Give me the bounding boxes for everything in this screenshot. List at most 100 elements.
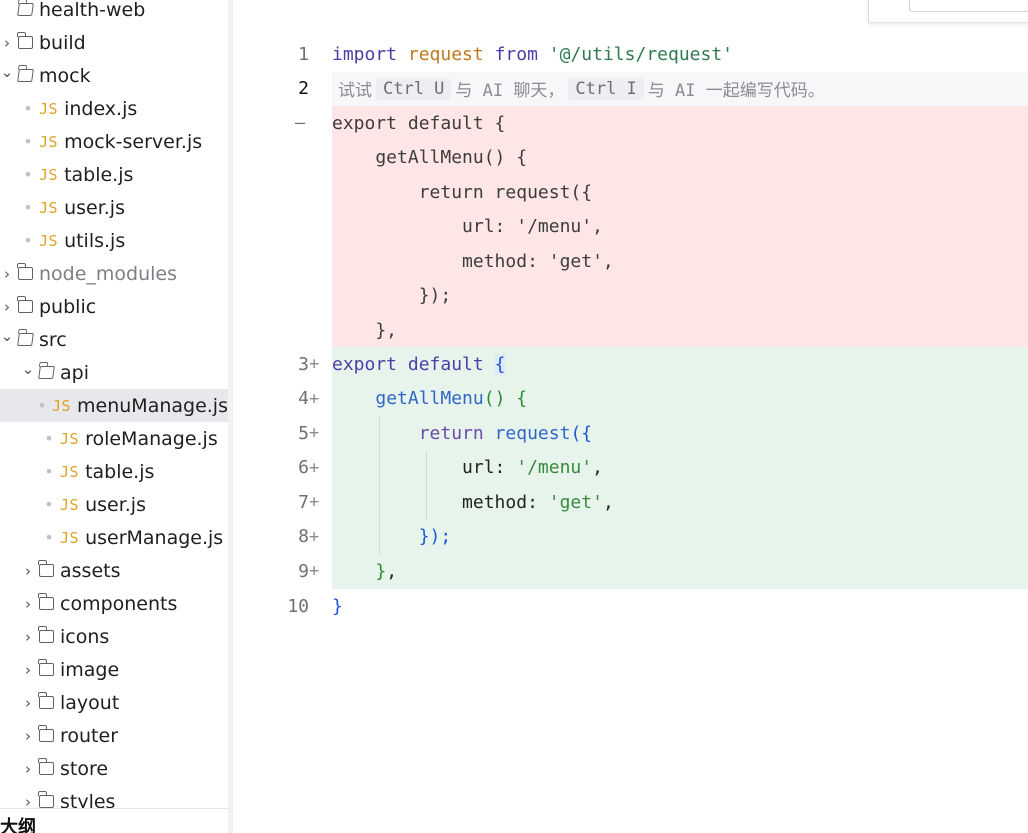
- folder-item[interactable]: › node_modules: [0, 257, 228, 290]
- tree-item-label: index.js: [64, 97, 138, 120]
- folder-item[interactable]: ⌄ api: [0, 356, 228, 389]
- folder-item[interactable]: › public: [0, 290, 228, 323]
- javascript-file-icon: JS: [60, 528, 80, 547]
- chevron-down-icon[interactable]: ⌄: [0, 327, 14, 345]
- code-line-deleted: return request({: [233, 175, 1028, 210]
- outline-panel-header[interactable]: 大纲: [0, 808, 228, 833]
- code-line[interactable]: 10 }: [233, 589, 1028, 624]
- string-literal: 'get': [548, 491, 603, 513]
- folder-item[interactable]: › assets: [0, 554, 228, 587]
- deleted-code-text: method: 'get',: [332, 250, 614, 272]
- file-item[interactable]: • JS table.js: [0, 158, 228, 191]
- added-marker: +: [309, 354, 320, 375]
- hint-text: 与 AI 聊天，: [455, 81, 565, 102]
- tree-item-label: userManage.js: [85, 526, 224, 549]
- code-line-added[interactable]: 7 + method: 'get',: [233, 485, 1028, 520]
- deleted-code-text: export default {: [332, 112, 506, 134]
- folder-item[interactable]: › store: [0, 752, 228, 785]
- tree-item-label: health-web: [39, 0, 146, 21]
- line-gutter: [233, 210, 325, 245]
- file-item[interactable]: • JS user.js: [0, 488, 228, 521]
- tree-item-label: build: [39, 31, 86, 54]
- folder-item[interactable]: health-web: [0, 0, 228, 26]
- line-gutter: 7 +: [233, 485, 325, 520]
- brace: {: [581, 422, 593, 444]
- find-widget[interactable]: [868, 0, 1028, 23]
- line-number: 1: [298, 43, 309, 65]
- tree-bullet-icon: •: [23, 99, 33, 118]
- file-explorer: health-web › build ⌄ mock • JS index.js • JS mock-…: [0, 0, 228, 833]
- javascript-file-icon: JS: [39, 99, 59, 118]
- folder-item[interactable]: › image: [0, 653, 228, 686]
- chevron-right-icon[interactable]: ›: [21, 727, 35, 745]
- tree-item-label: node_modules: [39, 262, 178, 285]
- folder-item[interactable]: › build: [0, 26, 228, 59]
- folder-item[interactable]: › icons: [0, 620, 228, 653]
- tree-item-label: public: [39, 295, 97, 318]
- line-gutter: 6 +: [233, 451, 325, 486]
- chevron-right-icon[interactable]: ›: [21, 562, 35, 580]
- chevron-right-icon[interactable]: ›: [21, 694, 35, 712]
- code-line-added[interactable]: 9 + },: [233, 554, 1028, 589]
- chevron-right-icon[interactable]: ›: [21, 595, 35, 613]
- chevron-right-icon[interactable]: ›: [0, 298, 14, 316]
- folder-icon: [38, 659, 54, 676]
- chevron-down-icon[interactable]: ⌄: [21, 360, 35, 378]
- folder-item[interactable]: › router: [0, 719, 228, 752]
- paren-semicolon: );: [429, 526, 452, 548]
- javascript-file-icon: JS: [51, 396, 72, 415]
- code-line[interactable]: 1 import request from '@/utils/request': [233, 37, 1028, 72]
- chevron-right-icon[interactable]: ›: [0, 34, 14, 52]
- code-line-added[interactable]: 5 + return request({: [233, 416, 1028, 451]
- line-gutter: 5 +: [233, 416, 325, 451]
- line-number: 8: [298, 526, 309, 548]
- folder-item[interactable]: ⌄ mock: [0, 59, 228, 92]
- file-item[interactable]: • JS mock-server.js: [0, 125, 228, 158]
- code-line-deleted: },: [233, 313, 1028, 348]
- deleted-code-text: },: [332, 319, 398, 341]
- code-line-added[interactable]: 4 + getAllMenu() {: [233, 381, 1028, 416]
- chevron-right-icon[interactable]: ›: [21, 628, 35, 646]
- file-item[interactable]: • JS userManage.js: [0, 521, 228, 554]
- file-item[interactable]: • JS roleManage.js: [0, 422, 228, 455]
- line-gutter: [233, 244, 325, 279]
- file-item[interactable]: • JS user.js: [0, 191, 228, 224]
- tree-item-label: mock-server.js: [64, 130, 203, 153]
- folder-item[interactable]: › components: [0, 587, 228, 620]
- code-line-deleted: url: '/menu',: [233, 209, 1028, 245]
- chevron-right-icon[interactable]: ›: [0, 265, 14, 283]
- chevron-right-icon[interactable]: ›: [21, 661, 35, 679]
- chevron-down-icon[interactable]: ⌄: [0, 63, 14, 81]
- code-line-added[interactable]: 8 + });: [233, 519, 1028, 554]
- hint-text: 与 AI 一起编写代码。: [647, 81, 825, 102]
- brace: {: [516, 388, 528, 410]
- tree-item-label: table.js: [85, 460, 155, 483]
- file-item[interactable]: • JS utils.js: [0, 224, 228, 257]
- find-input[interactable]: [909, 0, 1028, 12]
- javascript-file-icon: JS: [39, 165, 59, 184]
- chevron-right-icon[interactable]: ›: [21, 760, 35, 778]
- code-line[interactable]: 2 试试 Ctrl U 与 AI 聊天， Ctrl I 与 AI 一起编写代码。: [233, 71, 1028, 106]
- tree-item-label: api: [60, 361, 89, 384]
- code-editor[interactable]: 1 import request from '@/utils/request' …: [233, 0, 1028, 833]
- line-number: 2: [298, 78, 309, 100]
- tree-item-label: image: [60, 658, 120, 681]
- code-line-added[interactable]: 3 + export default {: [233, 347, 1028, 382]
- tree-item-label: src: [39, 328, 67, 351]
- folder-item[interactable]: › layout: [0, 686, 228, 719]
- tree-bullet-icon: •: [44, 429, 54, 448]
- tree-bullet-icon: •: [37, 396, 47, 415]
- keyword: from: [494, 43, 538, 65]
- folder-item[interactable]: ⌄ src: [0, 323, 228, 356]
- file-item[interactable]: • JS menuManage.js: [0, 389, 228, 422]
- file-item[interactable]: • JS table.js: [0, 455, 228, 488]
- folder-icon: [38, 593, 54, 610]
- tree-bullet-icon: •: [44, 462, 54, 481]
- tree-item-label: assets: [60, 559, 121, 582]
- javascript-file-icon: JS: [39, 198, 59, 217]
- javascript-file-icon: JS: [60, 462, 80, 481]
- code-line-added[interactable]: 6 + url: '/menu',: [233, 450, 1028, 486]
- identifier: request: [407, 43, 484, 65]
- file-item[interactable]: • JS index.js: [0, 92, 228, 125]
- ai-hint: 试试 Ctrl U 与 AI 聊天， Ctrl I 与 AI 一起编写代码。: [332, 71, 1028, 106]
